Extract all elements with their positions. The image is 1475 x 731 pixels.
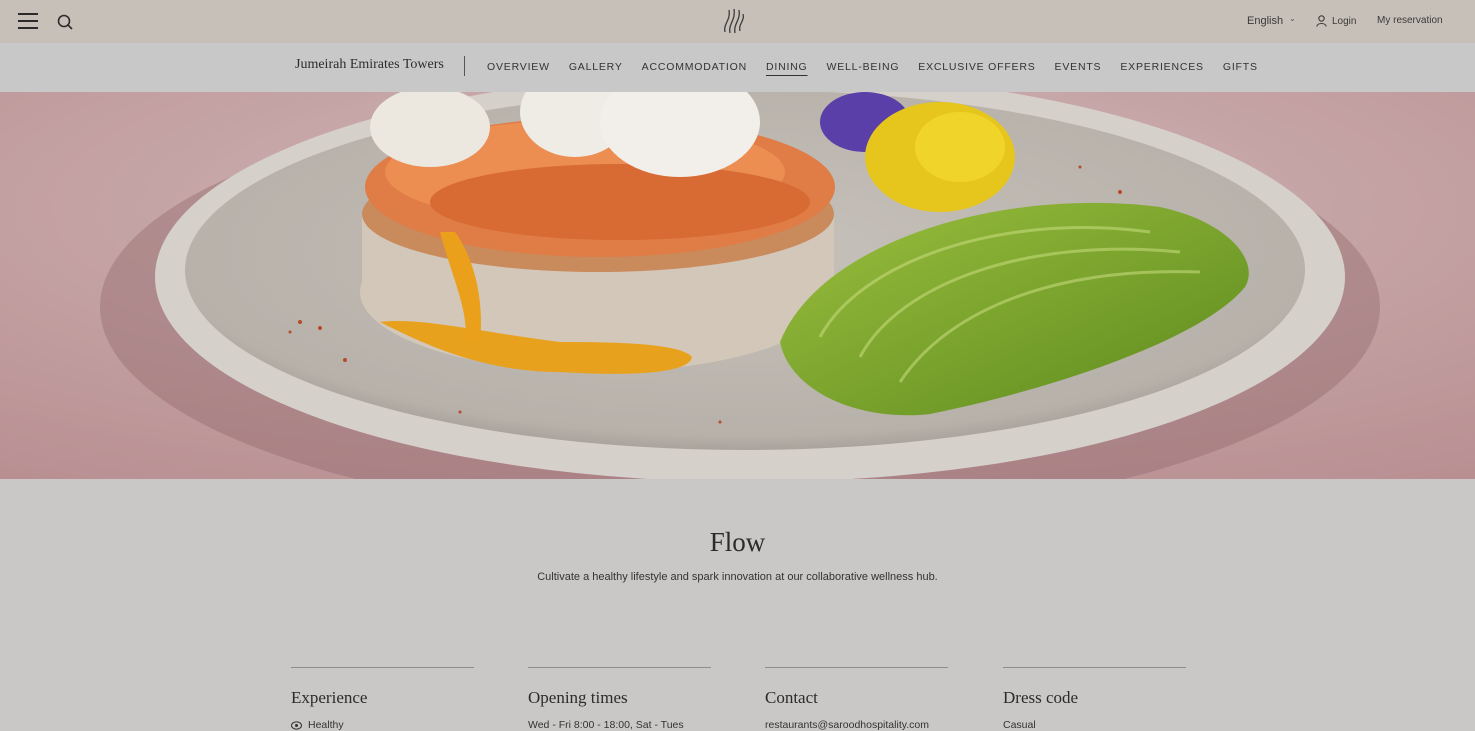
- nav-link-well-being[interactable]: WELL-BEING: [827, 61, 900, 73]
- leaf-icon: [291, 720, 302, 730]
- restaurant-title: Flow: [709, 527, 766, 557]
- nav-link-dining[interactable]: DINING: [766, 61, 808, 73]
- chevron-down-icon[interactable]: ⌄: [1289, 14, 1296, 23]
- nav-link-gifts[interactable]: GIFTS: [1223, 61, 1258, 73]
- my-reservation-link[interactable]: My reservation: [1377, 15, 1443, 26]
- detail-value-text: Healthy: [308, 719, 344, 731]
- property-navigation: Jumeirah Emirates Towers OVERVIEW GALLERY…: [0, 43, 1475, 93]
- detail-heading: Opening times: [528, 688, 628, 707]
- detail-opening-times: Opening times Wed - Fri 8:00 - 18:00, Sa…: [528, 667, 711, 731]
- search-icon[interactable]: [57, 14, 73, 30]
- hero-image: [0, 92, 1475, 479]
- detail-heading: Experience: [291, 688, 368, 707]
- detail-experience: Experience Healthy: [291, 667, 474, 731]
- top-bar: English ⌄ Login My reservation: [0, 0, 1475, 43]
- detail-value: Wed - Fri 8:00 - 18:00, Sat - Tues: [528, 719, 684, 731]
- nav-link-exclusive-offers[interactable]: EXCLUSIVE OFFERS: [918, 61, 1035, 73]
- jumeirah-logo-icon[interactable]: [721, 6, 747, 36]
- property-nav-links: OVERVIEW GALLERY ACCOMMODATION DINING WELL-B…: [487, 61, 1277, 73]
- property-name[interactable]: Jumeirah Emirates Towers: [295, 57, 444, 73]
- contact-email-link[interactable]: restaurants@saroodhospitality.com: [765, 719, 948, 731]
- login-label: Login: [1332, 15, 1357, 27]
- language-selector[interactable]: English: [1247, 15, 1283, 27]
- nav-link-gallery[interactable]: GALLERY: [569, 61, 623, 73]
- menu-icon[interactable]: [18, 13, 38, 29]
- login-link[interactable]: Login: [1316, 15, 1356, 27]
- nav-link-accommodation[interactable]: ACCOMMODATION: [642, 61, 747, 73]
- detail-value: Healthy: [291, 719, 474, 731]
- divider: [464, 56, 465, 76]
- nav-link-experiences[interactable]: EXPERIENCES: [1120, 61, 1204, 73]
- detail-value: Casual: [1003, 719, 1036, 731]
- nav-link-overview[interactable]: OVERVIEW: [487, 61, 550, 73]
- detail-contact: Contact restaurants@saroodhospitality.co…: [765, 667, 948, 731]
- user-icon: [1316, 15, 1327, 27]
- restaurant-tagline: Cultivate a healthy lifestyle and spark …: [537, 571, 938, 583]
- nav-link-events[interactable]: EVENTS: [1055, 61, 1102, 73]
- detail-dress-code: Dress code Casual: [1003, 667, 1186, 731]
- detail-heading: Dress code: [1003, 688, 1079, 707]
- detail-heading: Contact: [765, 688, 818, 707]
